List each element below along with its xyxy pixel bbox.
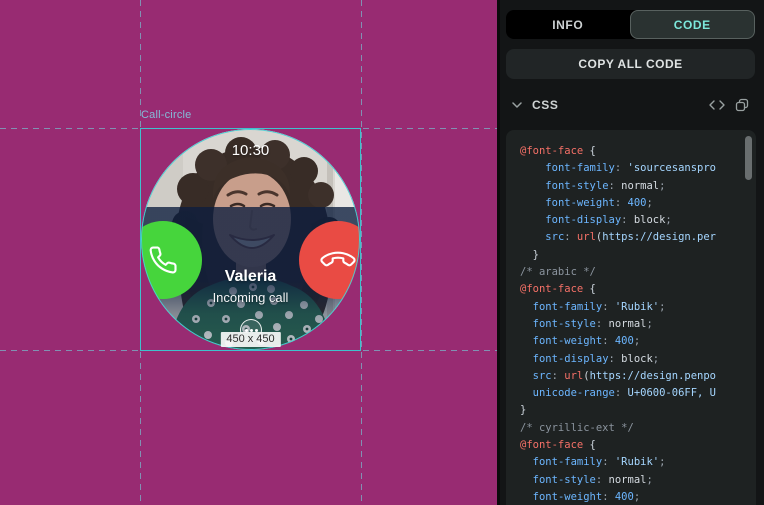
call-time: 10:30 <box>141 142 360 159</box>
code-line: /* arabic */ <box>520 264 756 281</box>
code-line: @font-face { <box>520 143 756 160</box>
code-line: font-style: normal; <box>520 178 756 195</box>
size-badge: 450 x 450 <box>220 332 280 347</box>
code-line: @font-face { <box>520 437 756 454</box>
guide-line-vertical-right <box>361 0 362 505</box>
penpot-design-view: Call-circle <box>0 0 764 505</box>
call-status-text: Incoming call <box>141 290 360 305</box>
code-line: font-style: normal; <box>520 472 756 489</box>
caller-name: Valeria <box>141 268 360 286</box>
code-brackets-icon[interactable] <box>709 100 725 110</box>
css-code-block[interactable]: @font-face { font-family: 'sourcesanspro… <box>506 130 756 505</box>
design-canvas[interactable]: Call-circle <box>0 0 497 505</box>
code-line: src: url(https://design.penpo <box>520 368 756 385</box>
tab-code[interactable]: CODE <box>630 10 756 39</box>
code-line: font-weight: 400; <box>520 195 756 212</box>
code-scrollbar[interactable] <box>745 136 752 180</box>
copy-all-code-button[interactable]: COPY ALL CODE <box>506 49 755 79</box>
panel-tabs: INFO CODE <box>506 10 755 39</box>
code-line: font-display: block; <box>520 212 756 229</box>
code-line: font-weight: 400; <box>520 489 756 505</box>
css-section-title: CSS <box>532 98 558 112</box>
call-circle-component[interactable]: 10:30 Valeria Incoming call <box>141 129 360 350</box>
shape-name-label[interactable]: Call-circle <box>141 109 191 121</box>
code-line: font-family: 'Rubik'; <box>520 454 756 471</box>
code-line: unicode-range: U+0600-06FF, U <box>520 385 756 402</box>
css-code: @font-face { font-family: 'sourcesanspro… <box>520 143 756 505</box>
css-section-header: CSS <box>506 93 755 117</box>
tab-info[interactable]: INFO <box>506 10 630 39</box>
code-line: font-family: 'Rubik'; <box>520 299 756 316</box>
chevron-down-icon[interactable] <box>512 102 522 108</box>
code-line: } <box>520 402 756 419</box>
code-line: font-weight: 400; <box>520 333 756 350</box>
code-line: @font-face { <box>520 281 756 298</box>
code-line: /* cyrillic-ext */ <box>520 420 756 437</box>
inspect-panel: INFO CODE COPY ALL CODE CSS @font-face {… <box>497 0 764 505</box>
code-line: font-style: normal; <box>520 316 756 333</box>
code-line: font-family: 'sourcesanspro <box>520 160 756 177</box>
code-line: } <box>520 247 756 264</box>
code-line: src: url(https://design.per <box>520 229 756 246</box>
copy-icon[interactable] <box>735 98 749 112</box>
selection-rect[interactable]: 10:30 Valeria Incoming call <box>140 128 361 351</box>
code-line: font-display: block; <box>520 351 756 368</box>
